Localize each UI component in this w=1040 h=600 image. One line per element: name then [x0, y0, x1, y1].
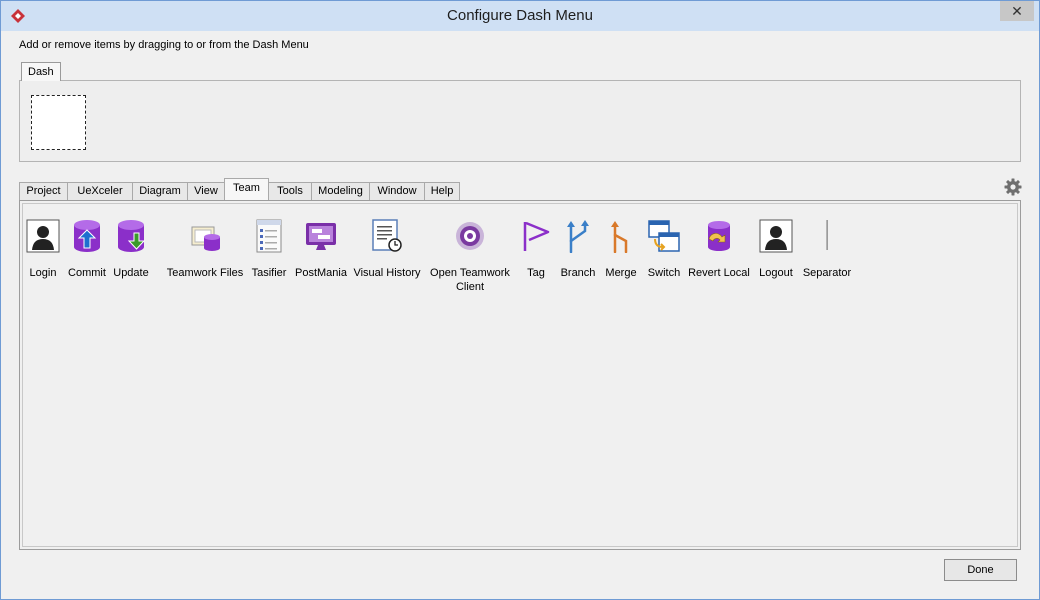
- dash-menu-panel: [19, 80, 1021, 162]
- dash-drop-slot[interactable]: [31, 95, 86, 150]
- database-commit-icon: [74, 220, 100, 252]
- close-button[interactable]: ✕: [1000, 1, 1034, 21]
- dialog-body: Add or remove items by dragging to or fr…: [8, 31, 1034, 594]
- tab-project[interactable]: Project: [19, 182, 68, 200]
- tab-window[interactable]: Window: [369, 182, 425, 200]
- item-label: Separator: [802, 267, 852, 279]
- teamwork-client-icon: [456, 222, 484, 250]
- task-list-icon: [256, 219, 282, 253]
- instruction-text: Add or remove items by dragging to or fr…: [19, 39, 309, 51]
- branch-icon: [567, 220, 589, 253]
- user-silhouette-icon: [26, 219, 60, 253]
- teamwork-files-icon: [191, 226, 220, 251]
- title-bar: Configure Dash Menu ✕: [1, 1, 1039, 31]
- merge-icon: [611, 221, 628, 253]
- configure-dash-menu-window: Configure Dash Menu ✕ Add or remove item…: [0, 0, 1040, 600]
- team-items-area: Login Commit Update Teamwork Files Tasif…: [22, 203, 1018, 547]
- tab-modeling[interactable]: Modeling: [311, 182, 370, 200]
- separator-line-icon: [826, 220, 828, 250]
- team-items-panel: Login Commit Update Teamwork Files Tasif…: [19, 200, 1021, 550]
- tab-uexceler[interactable]: UeXceler: [67, 182, 133, 200]
- tab-tools[interactable]: Tools: [268, 182, 312, 200]
- database-revert-icon: [708, 221, 730, 251]
- document-clock-icon: [372, 219, 402, 252]
- switch-window-icon: [648, 220, 680, 252]
- gear-icon[interactable]: [1004, 178, 1022, 196]
- tab-help[interactable]: Help: [424, 182, 460, 200]
- item-label: Visual History: [353, 267, 421, 279]
- tab-diagram[interactable]: Diagram: [132, 182, 188, 200]
- user-silhouette-icon: [759, 219, 793, 253]
- done-button[interactable]: Done: [944, 559, 1017, 581]
- database-update-icon: [118, 220, 146, 252]
- tab-dash[interactable]: Dash: [21, 62, 61, 81]
- tab-team[interactable]: Team: [224, 178, 269, 200]
- flag-icon: [523, 221, 550, 251]
- tab-view[interactable]: View: [187, 182, 225, 200]
- post-monitor-icon: [306, 223, 336, 250]
- window-title: Configure Dash Menu: [447, 7, 593, 24]
